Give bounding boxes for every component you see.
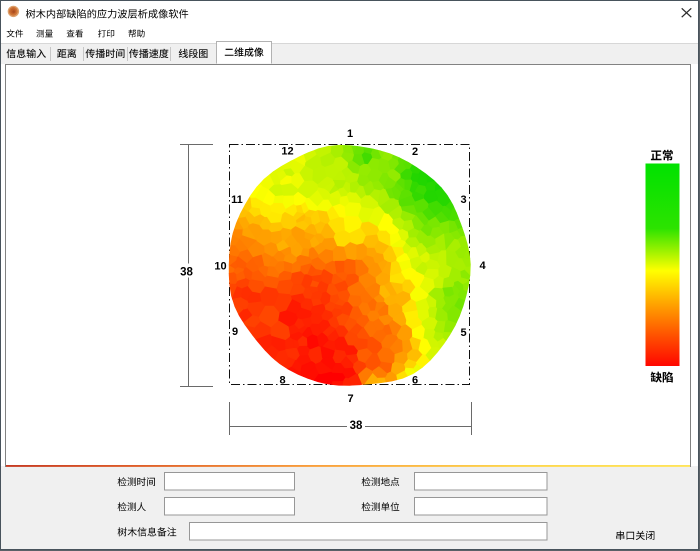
svg-text:38: 38 — [350, 420, 363, 432]
svg-text:2: 2 — [412, 146, 418, 158]
svg-text:11: 11 — [231, 194, 243, 206]
svg-text:12: 12 — [281, 146, 293, 158]
svg-text:1: 1 — [347, 128, 353, 140]
svg-text:4: 4 — [479, 260, 486, 272]
svg-text:6: 6 — [412, 375, 418, 387]
svg-text:5: 5 — [460, 327, 466, 339]
svg-text:38: 38 — [180, 266, 193, 278]
svg-text:9: 9 — [232, 326, 238, 338]
svg-text:8: 8 — [279, 375, 285, 387]
svg-text:10: 10 — [214, 261, 226, 273]
svg-text:3: 3 — [460, 194, 466, 206]
svg-text:7: 7 — [347, 393, 353, 405]
